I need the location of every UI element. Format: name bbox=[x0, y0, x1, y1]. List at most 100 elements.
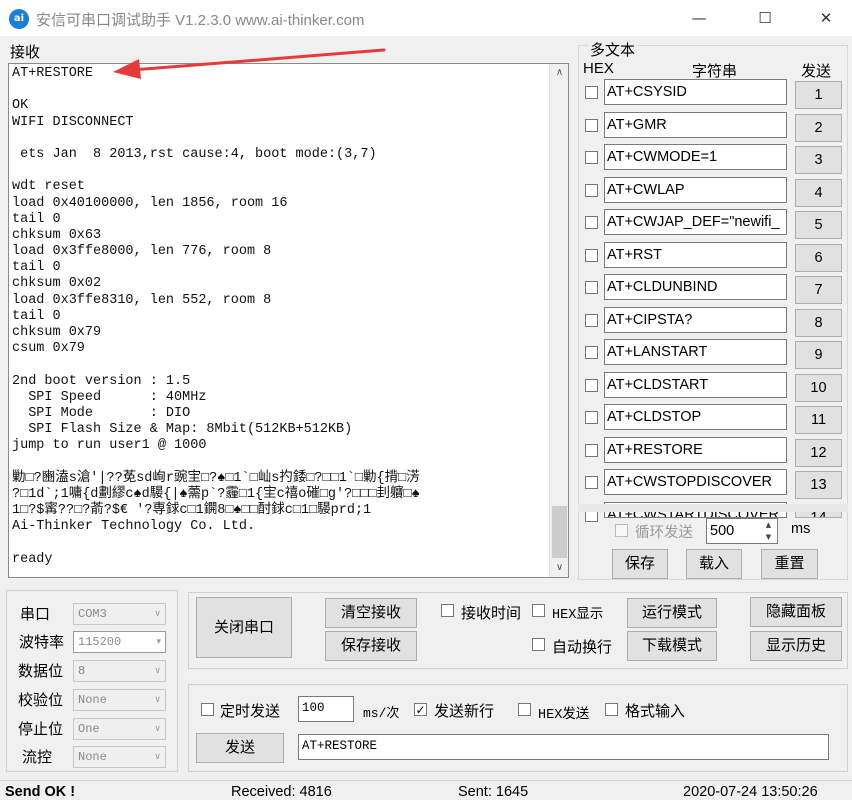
baud-select[interactable]: 115200 ▾ bbox=[73, 631, 166, 653]
multi-string-input[interactable]: AT+CWJAP_DEF="newifi_ bbox=[604, 209, 787, 235]
receive-line: csum 0x79 bbox=[12, 341, 85, 357]
receive-time-checkbox[interactable] bbox=[441, 604, 454, 617]
reset-button[interactable]: 重置 bbox=[761, 549, 818, 579]
multi-send-button[interactable]: 9 bbox=[795, 341, 842, 369]
hex-checkbox[interactable] bbox=[585, 378, 598, 392]
receive-line: tail 0 bbox=[12, 308, 61, 324]
close-button[interactable]: ✕ bbox=[803, 0, 849, 36]
receive-line: AT+RESTORE bbox=[12, 66, 94, 81]
run-mode-button[interactable]: 运行模式 bbox=[627, 598, 717, 628]
multi-string-input[interactable]: AT+CWMODE=1 bbox=[604, 144, 787, 170]
multi-send-button[interactable]: 5 bbox=[795, 211, 842, 239]
multi-send-button[interactable]: 11 bbox=[795, 406, 842, 434]
send-input[interactable]: AT+RESTORE bbox=[298, 734, 829, 760]
receive-line: tail 0 bbox=[12, 260, 61, 276]
timer-send-checkbox[interactable] bbox=[201, 703, 214, 716]
hex-checkbox[interactable] bbox=[585, 118, 598, 132]
multi-string-input[interactable]: AT+CLDSTOP bbox=[604, 404, 787, 430]
multi-scrollbar[interactable] bbox=[578, 504, 848, 512]
receive-textarea[interactable]: AT+RESTORE OK WIFI DISCONNECT ets Jan 8 20… bbox=[8, 63, 569, 578]
flow-control-select[interactable]: None ∨ bbox=[73, 746, 166, 768]
multi-send-button[interactable]: 4 bbox=[795, 178, 842, 207]
loop-ms-label: ms bbox=[791, 521, 811, 537]
chevron-down-icon: ▾ bbox=[156, 637, 161, 647]
scroll-down-icon[interactable]: ∨ bbox=[550, 559, 569, 577]
multi-send-button[interactable]: 13 bbox=[795, 471, 842, 499]
hex-checkbox[interactable] bbox=[585, 86, 598, 99]
chevron-down-icon: ∨ bbox=[154, 695, 161, 705]
multi-send-button[interactable]: 12 bbox=[795, 438, 842, 467]
save-receive-button[interactable]: 保存接收 bbox=[325, 631, 417, 661]
stop-bits-label: 停止位 bbox=[18, 721, 64, 738]
send-button[interactable]: 发送 bbox=[196, 733, 284, 763]
hex-checkbox[interactable] bbox=[585, 248, 598, 262]
hex-checkbox[interactable] bbox=[585, 476, 598, 489]
stop-bits-select[interactable]: One ∨ bbox=[73, 718, 166, 740]
title-bar: ai 安信可串口调试助手 V1.2.3.0 www.ai-thinker.com… bbox=[0, 0, 852, 36]
multi-send-button[interactable]: 7 bbox=[795, 276, 842, 304]
chevron-down-icon: ∨ bbox=[154, 666, 161, 676]
multi-send-button[interactable]: 2 bbox=[795, 113, 842, 142]
receive-line: chksum 0x02 bbox=[12, 276, 102, 292]
flow-control-value: None bbox=[78, 750, 107, 764]
hex-checkbox[interactable] bbox=[585, 151, 598, 164]
receive-line bbox=[12, 357, 547, 373]
send-newline-checkbox[interactable]: ✓ bbox=[414, 703, 427, 716]
multi-string-input[interactable]: AT+CWSTOPDISCOVER bbox=[604, 469, 787, 495]
multi-string-input[interactable]: AT+CLDUNBIND bbox=[604, 274, 787, 300]
chevron-down-icon: ∨ bbox=[154, 609, 161, 619]
multi-send-button[interactable]: 1 bbox=[795, 81, 842, 109]
data-bits-select[interactable]: 8 ∨ bbox=[73, 660, 166, 682]
flow-control-label: 流控 bbox=[22, 749, 53, 766]
multi-send-button[interactable]: 8 bbox=[795, 308, 842, 337]
save-button[interactable]: 保存 bbox=[612, 549, 668, 579]
multi-string-input[interactable]: AT+CWLAP bbox=[604, 176, 787, 203]
format-input-checkbox[interactable] bbox=[605, 703, 618, 716]
multi-send-button[interactable]: 3 bbox=[795, 146, 842, 174]
close-port-button[interactable]: 关闭串口 bbox=[196, 597, 292, 658]
scroll-up-icon[interactable]: ∧ bbox=[550, 64, 569, 82]
hex-display-checkbox[interactable] bbox=[532, 604, 545, 617]
minimize-button[interactable]: — bbox=[676, 0, 722, 36]
loop-send-checkbox[interactable] bbox=[615, 524, 628, 537]
multi-string-input[interactable]: AT+RESTORE bbox=[604, 436, 787, 463]
port-select[interactable]: COM3 ∨ bbox=[73, 603, 166, 625]
clear-receive-button[interactable]: 清空接收 bbox=[325, 598, 417, 628]
chevron-down-icon: ∨ bbox=[154, 724, 161, 734]
show-history-button[interactable]: 显示历史 bbox=[750, 631, 842, 661]
hex-checkbox[interactable] bbox=[585, 281, 598, 294]
timer-send-label: 定时发送 bbox=[220, 703, 281, 720]
multi-send-button[interactable]: 10 bbox=[795, 373, 842, 402]
scroll-thumb[interactable] bbox=[552, 506, 567, 558]
multi-string-input[interactable]: AT+CLDSTART bbox=[604, 371, 787, 398]
hex-header: HEX bbox=[583, 60, 614, 77]
multi-string-input[interactable]: AT+CIPSTA? bbox=[604, 306, 787, 333]
multi-string-input[interactable]: AT+RST bbox=[604, 241, 787, 268]
spin-arrows-icon[interactable]: ▲ ▼ bbox=[760, 519, 777, 543]
maximize-button[interactable]: ☐ bbox=[742, 0, 788, 36]
parity-select[interactable]: None ∨ bbox=[73, 689, 166, 711]
port-value: COM3 bbox=[78, 607, 107, 621]
timer-interval-input[interactable]: 100 bbox=[298, 696, 354, 722]
receive-line bbox=[12, 131, 547, 147]
hex-checkbox[interactable] bbox=[585, 346, 598, 359]
auto-wrap-checkbox[interactable] bbox=[532, 638, 545, 651]
hex-checkbox[interactable] bbox=[585, 313, 598, 327]
receive-line bbox=[12, 82, 547, 98]
hex-send-checkbox[interactable] bbox=[518, 703, 531, 716]
hex-checkbox[interactable] bbox=[585, 183, 598, 197]
multi-string-input[interactable]: AT+CSYSID bbox=[604, 79, 787, 105]
receive-line: 2nd boot version : 1.5 bbox=[12, 373, 191, 389]
receive-scrollbar[interactable]: ∧ ∨ bbox=[549, 64, 568, 577]
load-button[interactable]: 载入 bbox=[686, 549, 742, 579]
multi-send-button[interactable]: 6 bbox=[795, 243, 842, 272]
multi-string-input[interactable]: AT+GMR bbox=[604, 111, 787, 138]
send-newline-label: 发送新行 bbox=[434, 703, 495, 720]
hex-checkbox[interactable] bbox=[585, 216, 598, 229]
multi-string-input[interactable]: AT+LANSTART bbox=[604, 339, 787, 365]
hide-panel-button[interactable]: 隐藏面板 bbox=[750, 597, 842, 627]
multi-text-label: 多文本 bbox=[588, 39, 638, 60]
hex-checkbox[interactable] bbox=[585, 411, 598, 424]
hex-checkbox[interactable] bbox=[585, 443, 598, 457]
download-mode-button[interactable]: 下载模式 bbox=[627, 631, 717, 661]
